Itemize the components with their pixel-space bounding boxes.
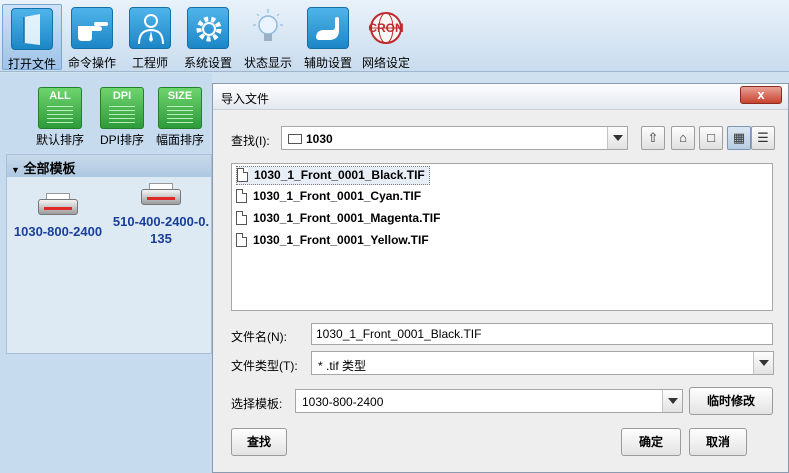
chevron-down-icon: [753, 352, 773, 374]
network-globe-icon: CRON: [365, 7, 407, 49]
printer-icon: [139, 181, 183, 207]
up-folder-icon: ⇧: [647, 130, 659, 145]
file-list[interactable]: 1030_1_Front_0001_Black.TIF 1030_1_Front…: [231, 163, 773, 311]
engineer-button[interactable]: 工程师: [120, 4, 180, 70]
file-item[interactable]: 1030_1_Front_0001_Yellow.TIF: [236, 232, 433, 251]
network-settings-button[interactable]: CRON 网络设定: [356, 4, 416, 70]
temp-modify-button[interactable]: 临时修改: [689, 387, 773, 415]
file-item[interactable]: 1030_1_Front_0001_Black.TIF: [236, 166, 430, 185]
system-settings-button[interactable]: 系统设置: [178, 4, 238, 70]
sort-dpi-button[interactable]: DPI DPI排序: [94, 87, 150, 148]
folder-icon: [288, 134, 302, 144]
details-view-icon: ☰: [757, 130, 769, 145]
open-file-icon: [11, 8, 53, 50]
sort-dpi-icon: DPI: [100, 87, 144, 129]
up-folder-button[interactable]: ⇧: [641, 126, 665, 150]
file-icon: [237, 168, 248, 182]
sort-bar: ALL 默认排序 DPI DPI排序 SIZE 幅面排序: [0, 83, 212, 151]
command-operation-button[interactable]: 命令操作: [62, 4, 122, 70]
template-select-label: 选择模板:: [231, 397, 283, 411]
import-file-dialog: 导入文件 x 查找(I): 1030 ⇧ ⌂ □ ▦ ☰ 1030_1_Fron…: [212, 83, 789, 473]
new-folder-button[interactable]: □: [699, 126, 723, 150]
chevron-down-icon: [607, 127, 627, 149]
list-view-icon: ▦: [732, 130, 746, 145]
look-in-label: 查找(I):: [231, 134, 270, 148]
left-panel: ALL 默认排序 DPI DPI排序 SIZE 幅面排序 ▼ 全部模板 1030…: [0, 73, 212, 473]
sort-all-icon: ALL: [38, 87, 82, 129]
filetype-combo[interactable]: * .tif 类型: [311, 351, 774, 375]
home-button[interactable]: ⌂: [671, 126, 695, 150]
template-panel: ▼ 全部模板 1030-800-2400 510-400-2400-0.135: [6, 154, 212, 354]
main-toolbar: 打开文件 命令操作 工程师 系统设置 状态显示 辅助设置 CRON 网络设定: [0, 0, 789, 72]
sort-size-button[interactable]: SIZE 幅面排序: [152, 87, 208, 148]
gear-icon: [187, 7, 229, 49]
sort-default-button[interactable]: ALL 默认排序: [32, 87, 88, 148]
list-view-button[interactable]: ▦: [727, 126, 751, 150]
filename-label: 文件名(N):: [231, 330, 287, 344]
auxiliary-settings-button[interactable]: 辅助设置: [298, 4, 358, 70]
helping-hand-icon: [307, 7, 349, 49]
new-folder-icon: □: [707, 130, 715, 145]
sort-size-icon: SIZE: [158, 87, 202, 129]
hand-pointer-icon: [71, 7, 113, 49]
printer-icon: [36, 191, 80, 217]
chevron-down-icon: [662, 390, 682, 412]
file-item[interactable]: 1030_1_Front_0001_Magenta.TIF: [236, 210, 444, 229]
file-icon: [236, 233, 247, 247]
file-item[interactable]: 1030_1_Front_0001_Cyan.TIF: [236, 188, 425, 207]
details-view-button[interactable]: ☰: [751, 126, 775, 150]
status-display-button[interactable]: 状态显示: [238, 4, 298, 70]
template-panel-header[interactable]: ▼ 全部模板: [7, 155, 211, 177]
close-icon: x: [757, 87, 765, 102]
collapse-triangle-icon: ▼: [11, 165, 20, 175]
lightbulb-icon: [247, 7, 289, 49]
file-icon: [236, 189, 247, 203]
ok-button[interactable]: 确定: [621, 428, 681, 456]
look-in-combo[interactable]: 1030: [281, 126, 628, 150]
filename-input[interactable]: [311, 323, 773, 345]
home-icon: ⌂: [679, 130, 687, 145]
network-logo-text: CRON: [368, 21, 404, 35]
template-item-510-400-2400[interactable]: 510-400-2400-0.135: [111, 181, 211, 247]
filetype-label: 文件类型(T):: [231, 359, 298, 373]
open-file-button[interactable]: 打开文件: [2, 4, 62, 71]
dialog-title: 导入文件: [221, 92, 270, 106]
close-button[interactable]: x: [740, 86, 782, 104]
find-button[interactable]: 查找: [231, 428, 287, 456]
cancel-button[interactable]: 取消: [689, 428, 747, 456]
dialog-titlebar[interactable]: 导入文件 x: [213, 84, 788, 110]
template-item-1030-800-2400[interactable]: 1030-800-2400: [8, 191, 108, 240]
template-select-combo[interactable]: 1030-800-2400: [295, 389, 683, 413]
file-icon: [236, 211, 247, 225]
engineer-icon: [129, 7, 171, 49]
